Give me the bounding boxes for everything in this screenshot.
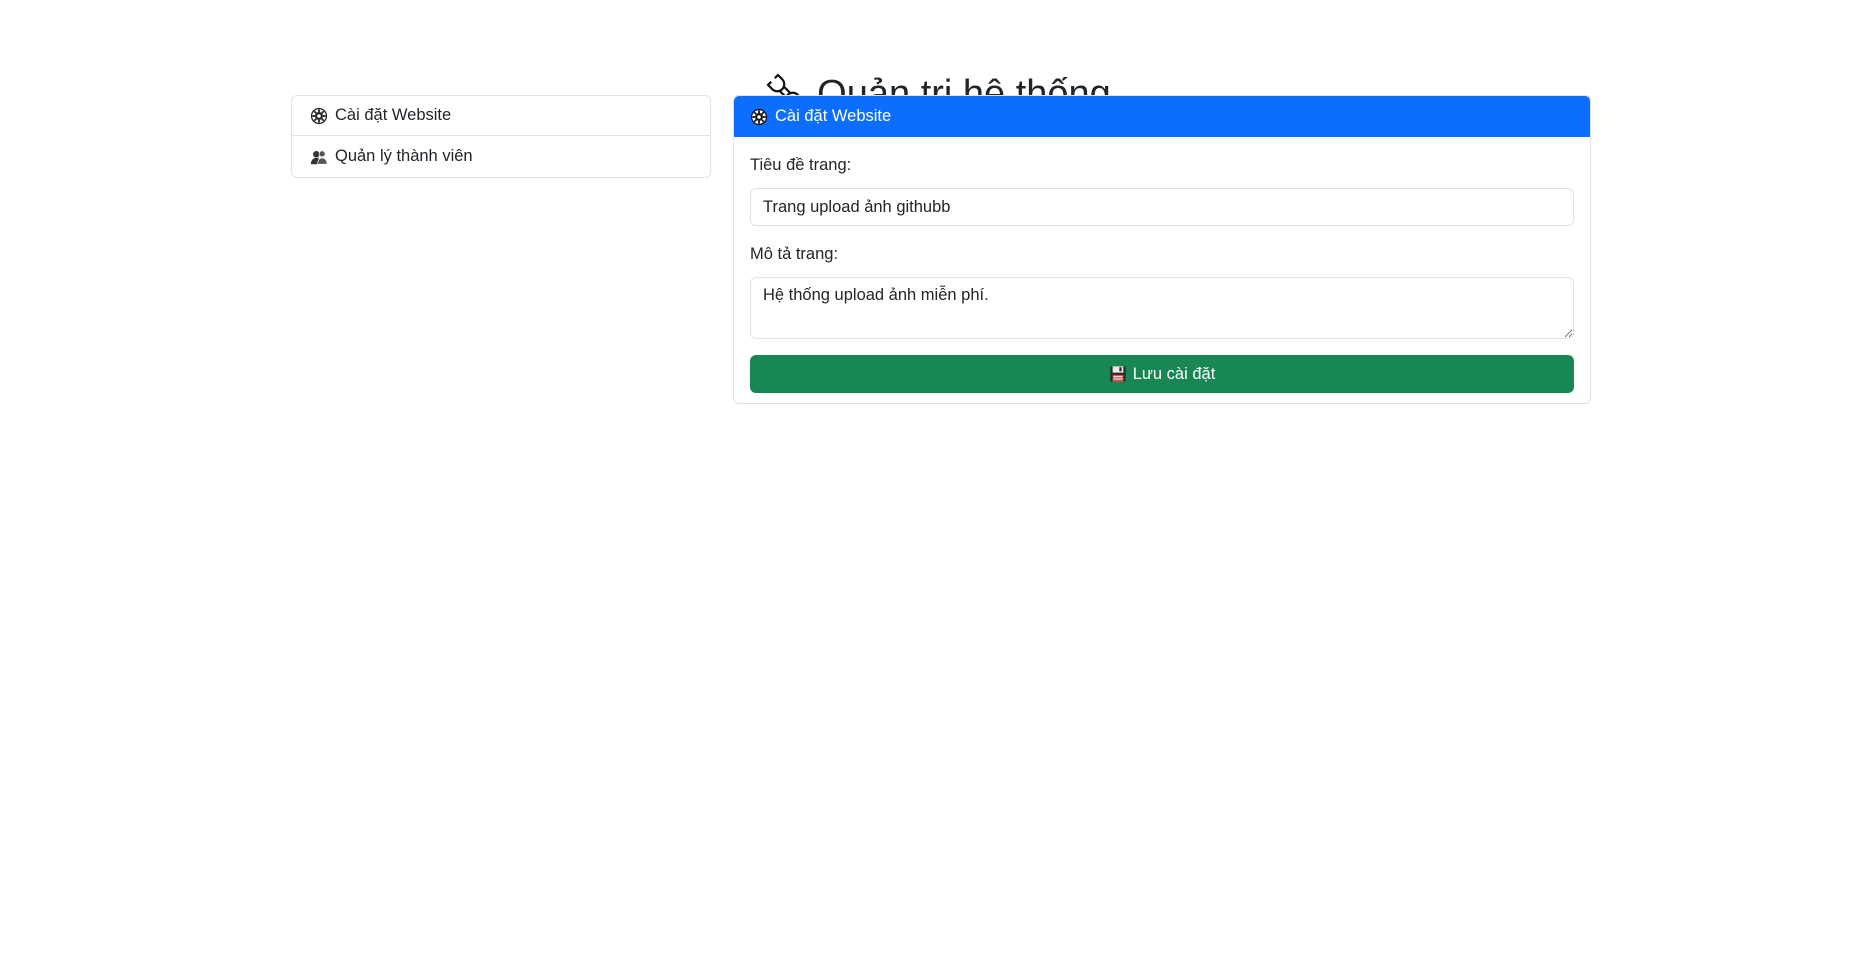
save-button-label: Lưu cài đặt: [1132, 364, 1216, 383]
sidebar-menu: Cài đặt Website Quản lý thành viên: [291, 95, 711, 178]
save-settings-button[interactable]: Lưu cài đặt: [750, 355, 1574, 393]
floppy-disk-icon: [1110, 366, 1126, 382]
site-title-input[interactable]: [750, 188, 1574, 226]
site-description-textarea[interactable]: Hệ thống upload ảnh miễn phí.: [750, 277, 1574, 339]
users-icon: [310, 149, 328, 165]
card-header: Cài đặt Website: [734, 96, 1590, 137]
gear-icon: [310, 107, 328, 124]
sidebar-item-member-management[interactable]: Quản lý thành viên: [292, 136, 710, 177]
site-description-label: Mô tả trang:: [750, 245, 839, 263]
sidebar-item-label: Cài đặt Website: [335, 106, 452, 124]
sidebar-item-label: Quản lý thành viên: [335, 147, 473, 165]
admin-page: Quản trị hệ thống Cài đặt Website: [0, 0, 1876, 976]
card-body: Tiêu đề trang: Mô tả trang: Hệ thống upl…: [734, 155, 1590, 393]
card-header-title: Cài đặt Website: [775, 107, 892, 125]
site-title-label: Tiêu đề trang:: [750, 156, 852, 174]
website-settings-card: Cài đặt Website Tiêu đề trang: Mô tả tra…: [733, 95, 1591, 404]
gear-icon: [750, 108, 768, 125]
sidebar-item-website-settings[interactable]: Cài đặt Website: [292, 96, 710, 136]
